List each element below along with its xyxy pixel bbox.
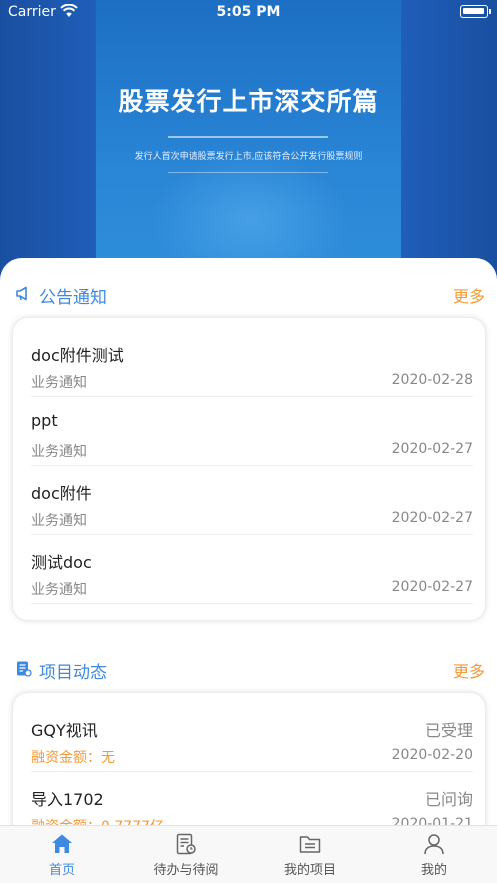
announcements-card: doc附件测试 业务通知 2020-02-28 ppt 业务通知 2020-02… [12,317,486,621]
main-content[interactable]: 公告通知 更多 doc附件测试 业务通知 2020-02-28 ppt 业务通知… [0,258,497,825]
project-amount: 融资金额：无 [31,750,115,766]
announcement-category: 业务通知 [31,444,87,460]
home-icon [52,834,72,853]
status-bar: Carrier 5:05 PM [0,0,497,26]
project-item[interactable]: GQY视讯 已受理 融资金额：无 2020-02-20 [31,703,473,772]
announcement-date: 2020-02-28 [391,372,473,388]
banner-title: 股票发行上市深交所篇 [118,87,379,116]
project-status: 已问询 [424,790,473,809]
announcement-title: 测试doc [31,553,92,572]
projects-more-link[interactable]: 更多 [453,658,485,682]
announcement-category: 业务通知 [31,582,87,598]
announcement-date: 2020-02-27 [391,441,473,457]
announcement-title: doc附件测试 [31,346,124,365]
project-date: 2020-01-21 [391,816,473,825]
announcements-more-link[interactable]: 更多 [453,283,485,307]
battery-tip [489,9,491,14]
announcement-item[interactable]: doc附件测试 业务通知 2020-02-28 [31,328,473,397]
announcements-header: 公告通知 更多 [0,280,497,310]
megaphone-icon [16,286,27,301]
project-item[interactable]: 导入1702 已问询 融资金额：0.7777亿 2020-01-21 [31,772,473,825]
banner-divider [168,172,328,173]
banner-subtitle: 发行人首次申请股票发行上市,应该符合公开发行股票规则 [134,152,363,162]
project-status: 已受理 [424,721,473,740]
tab-home[interactable]: 首页 [0,826,124,883]
projects-title: 项目动态 [39,663,107,683]
tab-bar: 首页 待办与待阅 我的项目 我的 [0,825,497,883]
tab-label: 首页 [48,863,75,878]
hero-banner[interactable]: 股票发行上市深交所篇 发行人首次申请股票发行上市,应该符合公开发行股票规则 [0,0,497,290]
user-icon [424,834,444,855]
announcement-item[interactable]: doc附件 业务通知 2020-02-27 [31,466,473,535]
project-amount: 融资金额：0.7777亿 [31,816,164,825]
tab-my-projects[interactable]: 我的项目 [248,826,372,883]
projects-header: 项目动态 更多 [0,655,497,685]
announcement-item[interactable]: 测试doc 业务通知 2020-02-27 [31,535,473,604]
announcement-category: 业务通知 [31,513,87,529]
tab-profile[interactable]: 我的 [372,826,496,883]
todo-icon [176,833,196,855]
announcement-item[interactable]: ppt 业务通知 2020-02-27 [31,397,473,466]
banner-divider [168,136,328,138]
announcement-date: 2020-02-27 [391,579,473,595]
projects-card: GQY视讯 已受理 融资金额：无 2020-02-20 导入1702 已问询 融… [12,692,486,825]
tab-label: 我的 [420,863,447,878]
announcement-category: 业务通知 [31,375,87,391]
announcement-title: doc附件 [31,484,92,503]
folder-icon [299,836,321,853]
battery-icon [460,5,488,18]
tab-label: 待办与待阅 [153,863,219,878]
tab-label: 我的项目 [283,863,336,878]
document-icon [17,661,32,677]
announcements-title: 公告通知 [39,288,107,308]
project-date: 2020-02-20 [391,747,473,763]
tab-todo[interactable]: 待办与待阅 [124,826,248,883]
clock: 5:05 PM [216,4,281,20]
announcement-date: 2020-02-27 [391,510,473,526]
project-name: GQY视讯 [31,721,98,740]
project-name: 导入1702 [31,790,104,809]
announcement-title: ppt [31,411,58,430]
